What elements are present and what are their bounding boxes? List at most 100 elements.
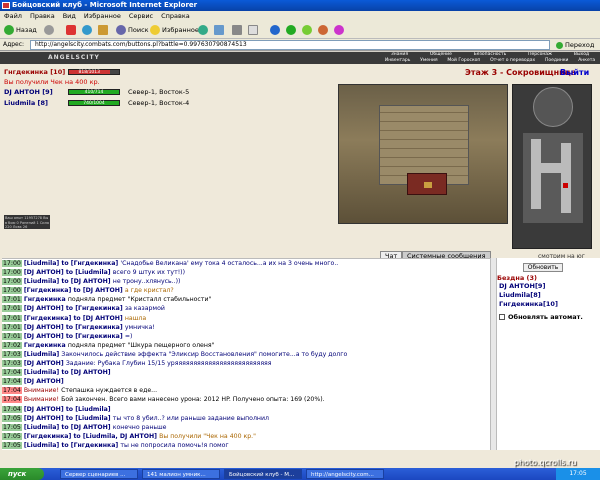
nav-fights[interactable]: Поединки: [545, 58, 569, 64]
auto-refresh-checkbox[interactable]: Обновлять автомат.: [499, 313, 583, 321]
chat-sender[interactable]: [DJ АНТОН]: [24, 333, 64, 340]
window-titlebar: Бойцовский клуб - Microsoft Internet Exp…: [0, 0, 600, 11]
favorites-button[interactable]: Избранное: [150, 24, 199, 36]
address-input[interactable]: http://angelscity.combats.com/buttons.pl…: [30, 40, 550, 50]
chat-timestamp[interactable]: 17:05: [2, 432, 22, 440]
chat-timestamp[interactable]: 17:03: [2, 360, 22, 368]
tool2-button[interactable]: [334, 24, 346, 36]
checkbox-box[interactable]: [499, 314, 505, 320]
stop-button[interactable]: [66, 24, 78, 36]
chat-line: 17:01 [DJ АНТОН] to [Гнгдекинка] =): [2, 332, 490, 341]
search-button[interactable]: Поиск: [116, 24, 149, 36]
chat-sender[interactable]: Гнгдекинка: [24, 296, 66, 303]
menu-help[interactable]: Справка: [161, 12, 190, 20]
refresh-button[interactable]: Обновить: [523, 263, 563, 272]
player-name[interactable]: Гнгдекинка [10]: [4, 68, 65, 76]
chat-message: нашла: [124, 314, 147, 322]
start-button[interactable]: пуск: [0, 468, 44, 480]
nav-horoscope[interactable]: Мой Гороскоп: [447, 58, 480, 64]
chat-timestamp[interactable]: 17:04: [2, 396, 22, 404]
chat-sender[interactable]: [Liudmila]: [24, 351, 59, 358]
battle-member[interactable]: Liudmila[8]: [499, 291, 541, 299]
battle-member[interactable]: Гнгдекинка[10]: [499, 300, 558, 308]
refresh-button[interactable]: [82, 24, 94, 36]
chat-sender[interactable]: [DJ АНТОН]: [24, 415, 64, 422]
chat-sender[interactable]: Внимание!: [24, 396, 59, 403]
print-button[interactable]: [232, 24, 244, 36]
page-content: ANGELSCITY Знания Общение Безопасность Перс…: [0, 52, 600, 468]
exit-link[interactable]: Выйти: [560, 68, 589, 77]
teammate-name[interactable]: DJ АНТОН [9]: [4, 88, 53, 96]
chat-sender[interactable]: [DJ АНТОН]: [24, 378, 64, 385]
nav-inventory[interactable]: Инвентарь: [385, 58, 411, 64]
chat-timestamp[interactable]: 17:00: [2, 260, 22, 267]
go-button[interactable]: Переход: [556, 40, 594, 50]
chat-sender[interactable]: [Liudmila]: [24, 424, 59, 431]
mail-button[interactable]: [214, 24, 226, 36]
chat-timestamp[interactable]: 17:05: [2, 414, 22, 422]
chat-timestamp[interactable]: 17:04: [2, 405, 22, 413]
chat-sender[interactable]: [DJ АНТОН]: [24, 360, 64, 367]
chat-timestamp[interactable]: 17:01: [2, 323, 22, 331]
chat-timestamp[interactable]: 17:02: [2, 341, 22, 349]
bluetooth-button[interactable]: [270, 24, 282, 36]
game-nav-links: Знания Общение Безопасность Персонаж Выход И…: [380, 52, 600, 64]
chat-sender[interactable]: [Liudmila]: [24, 369, 59, 376]
chat-timestamp[interactable]: 17:01: [2, 314, 22, 322]
home-button[interactable]: [98, 24, 110, 36]
messenger-button[interactable]: [286, 24, 298, 36]
teammate-name[interactable]: Liudmila [8]: [4, 99, 48, 107]
chat-sender[interactable]: [Liudmila]: [24, 260, 59, 267]
nav-skills[interactable]: Умения: [420, 58, 437, 64]
chat-sender[interactable]: [Гнгдекинка]: [24, 287, 72, 294]
nav-profile[interactable]: Анкета: [578, 58, 595, 64]
chat-timestamp[interactable]: 17:00: [2, 287, 22, 295]
chat-line: 17:03 [DJ АНТОН] Задание: Рубака Глубин …: [2, 359, 490, 368]
chat-line: 17:04 Внимание! Бой закончен. Всего вами…: [2, 395, 490, 404]
chat-sender[interactable]: [DJ АНТОН]: [24, 324, 64, 331]
edit-button[interactable]: [248, 24, 260, 36]
history-button[interactable]: [198, 24, 210, 36]
nav-transfers[interactable]: Отчет о переводах: [490, 58, 535, 64]
taskbar-item[interactable]: Сервер сценариев ...: [60, 469, 138, 479]
dungeon-3d-view[interactable]: [338, 84, 508, 224]
chat-sender[interactable]: Гнгдекинка: [24, 342, 66, 349]
compass-control[interactable]: [533, 87, 573, 127]
forward-button[interactable]: [44, 24, 56, 36]
chat-sender[interactable]: [DJ АНТОН]: [24, 406, 64, 413]
chat-sender[interactable]: [DJ АНТОН]: [24, 305, 64, 312]
chat-timestamp[interactable]: 17:04: [2, 378, 22, 386]
chat-timestamp[interactable]: 17:01: [2, 332, 22, 340]
chat-timestamp[interactable]: 17:04: [2, 387, 22, 395]
chat-timestamp[interactable]: 17:01: [2, 296, 22, 304]
chat-sender[interactable]: [Гнгдекинка]: [24, 315, 72, 322]
menu-favorites[interactable]: Избранное: [84, 12, 121, 20]
chat-sender[interactable]: Внимание!: [24, 387, 59, 394]
toolbar: Назад Поиск Избранное: [0, 21, 600, 39]
chat-message: умничка!: [124, 323, 155, 331]
chat-timestamp[interactable]: 17:05: [2, 441, 22, 449]
menu-edit[interactable]: Правка: [30, 12, 55, 20]
menu-view[interactable]: Вид: [63, 12, 76, 20]
chat-timestamp[interactable]: 17:03: [2, 350, 22, 358]
icq-button[interactable]: [302, 24, 314, 36]
battle-panel: Обновить Бездна (3) DJ АНТОН[9] Liudmila…: [496, 258, 600, 450]
treasure-chest[interactable]: [407, 173, 447, 195]
taskbar-item[interactable]: Бойцовский клуб - М...: [224, 469, 302, 479]
chat-timestamp[interactable]: 17:00: [2, 269, 22, 277]
tool-button[interactable]: [318, 24, 330, 36]
back-button[interactable]: Назад: [4, 24, 37, 36]
menu-file[interactable]: Файл: [4, 12, 22, 20]
chat-timestamp[interactable]: 17:00: [2, 278, 22, 286]
chat-timestamp[interactable]: 17:04: [2, 369, 22, 377]
taskbar-item[interactable]: http://angelscity.com...: [306, 469, 384, 479]
menu-tools[interactable]: Сервис: [129, 12, 153, 20]
chat-timestamp[interactable]: 17:05: [2, 423, 22, 431]
chat-sender[interactable]: [Liudmila]: [24, 278, 59, 285]
taskbar-item[interactable]: 141 малион умник...: [142, 469, 220, 479]
chat-timestamp[interactable]: 17:01: [2, 305, 22, 313]
battle-member[interactable]: DJ АНТОН[9]: [499, 282, 545, 290]
chat-sender[interactable]: [DJ АНТОН]: [24, 269, 64, 276]
chat-sender[interactable]: [Liudmila]: [24, 442, 59, 449]
chat-sender[interactable]: [Гнгдекинка]: [24, 433, 72, 440]
